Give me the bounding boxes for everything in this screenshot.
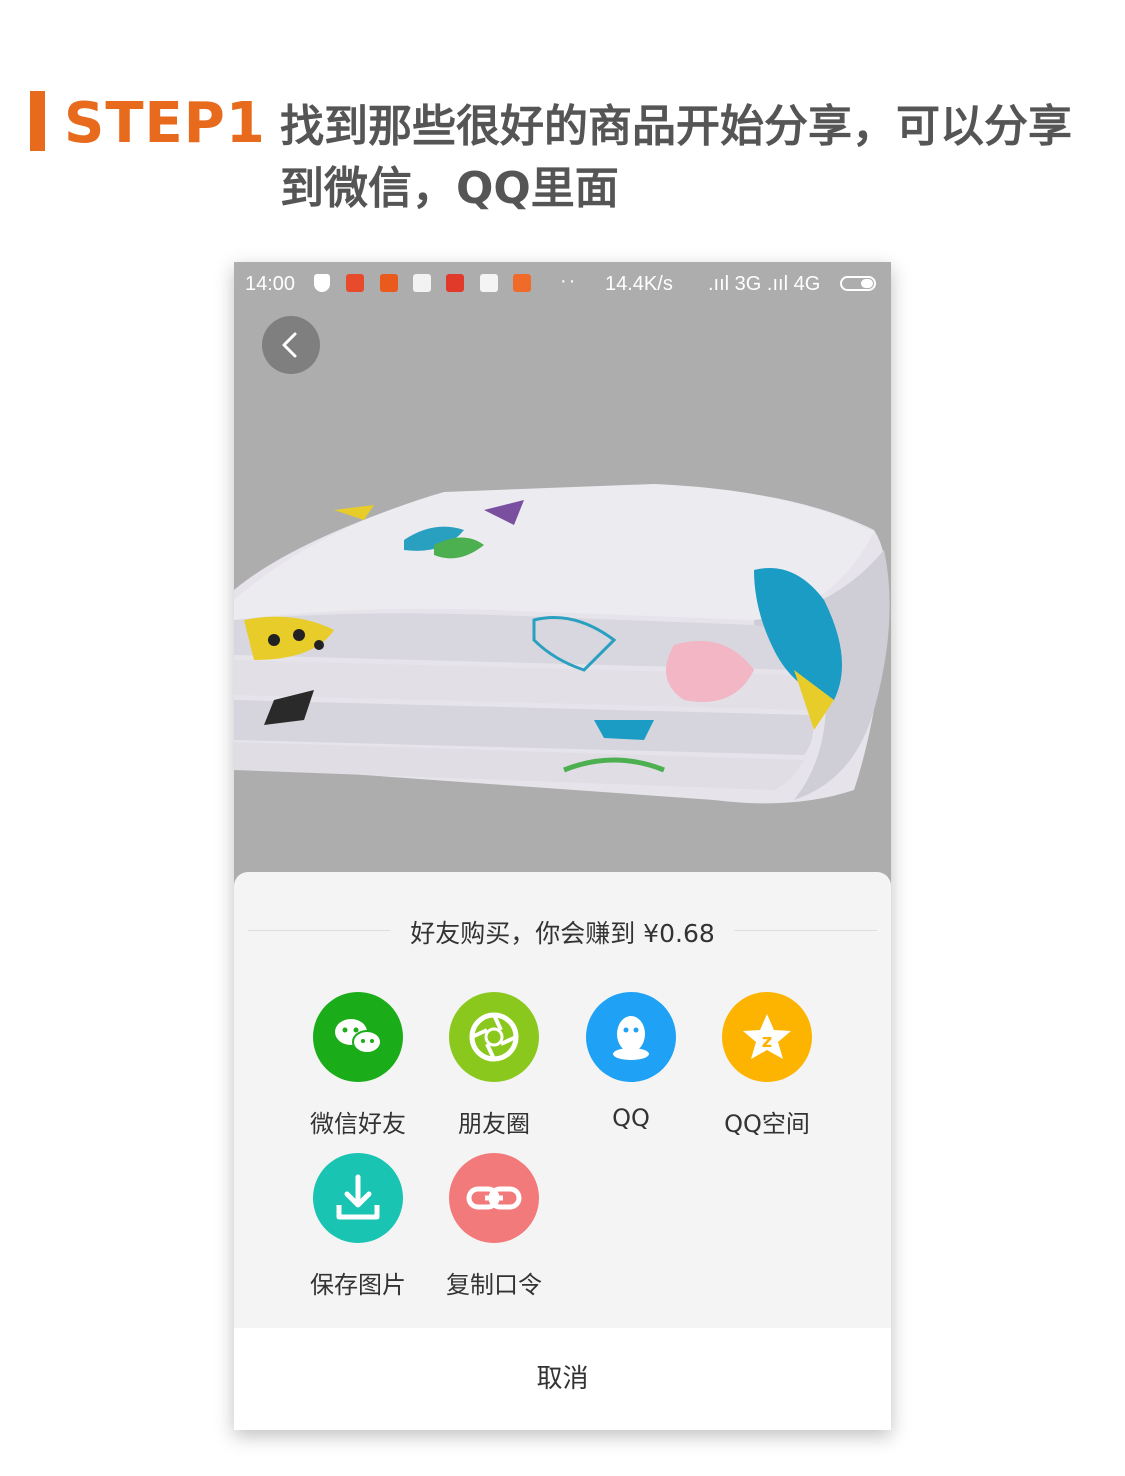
shield-icon: [314, 274, 330, 292]
share-label: QQ空间: [724, 1110, 810, 1138]
phone-screenshot: 14:00 ·· 14.4K/s .ııl 3G .ııl 4G 好友购买，你会…: [234, 262, 891, 1430]
share-qq[interactable]: QQ: [561, 992, 701, 1132]
share-moments[interactable]: 朋友圈: [424, 992, 564, 1139]
share-qzone[interactable]: z QQ空间: [697, 992, 837, 1139]
wechat-icon: [313, 992, 403, 1082]
status-bar: 14:00 ·· 14.4K/s .ııl 3G .ııl 4G: [234, 262, 891, 308]
battery-icon: [840, 276, 876, 291]
app-notification-icon: [380, 274, 398, 292]
svg-text:z: z: [762, 1031, 772, 1052]
divider: [734, 930, 877, 931]
status-time: 14:00: [245, 273, 296, 295]
app-notification-icon: [513, 274, 531, 292]
product-image: [234, 484, 890, 804]
step-label: STEP1: [64, 91, 266, 156]
app-notification-icon: [446, 274, 464, 292]
cancel-area: 取消: [234, 1328, 891, 1430]
qzone-icon: z: [722, 992, 812, 1082]
chevron-left-icon: [282, 332, 297, 358]
back-button[interactable]: [262, 316, 320, 374]
cancel-button[interactable]: 取消: [234, 1328, 891, 1430]
share-label: QQ: [612, 1104, 650, 1132]
earn-row: 好友购买，你会赚到 ¥0.68: [234, 908, 891, 948]
share-copy-code[interactable]: 复制口令: [424, 1153, 564, 1300]
earn-text: 好友购买，你会赚到 ¥0.68: [410, 919, 715, 948]
signal-indicator: .ııl 3G .ııl 4G: [708, 273, 821, 295]
share-label: 复制口令: [446, 1271, 542, 1299]
app-notification-icon: [346, 274, 364, 292]
app-notification-icon: [413, 274, 431, 292]
share-save-image[interactable]: 保存图片: [288, 1153, 428, 1300]
network-speed: 14.4K/s: [605, 273, 673, 295]
moments-icon: [449, 992, 539, 1082]
share-label: 保存图片: [310, 1271, 406, 1299]
app-notification-icon: [480, 274, 498, 292]
status-more-dots: ··: [560, 270, 578, 292]
download-icon: [313, 1153, 403, 1243]
step-accent-bar: [30, 91, 45, 151]
link-icon: [449, 1153, 539, 1243]
share-label: 微信好友: [310, 1110, 406, 1138]
share-label: 朋友圈: [458, 1110, 530, 1138]
step-header: STEP1 找到那些很好的商品开始分享，可以分享到微信，QQ里面: [30, 88, 1100, 228]
qq-icon: [586, 992, 676, 1082]
step-title: 找到那些很好的商品开始分享，可以分享到微信，QQ里面: [280, 101, 1072, 214]
share-wechat-friend[interactable]: 微信好友: [288, 992, 428, 1139]
